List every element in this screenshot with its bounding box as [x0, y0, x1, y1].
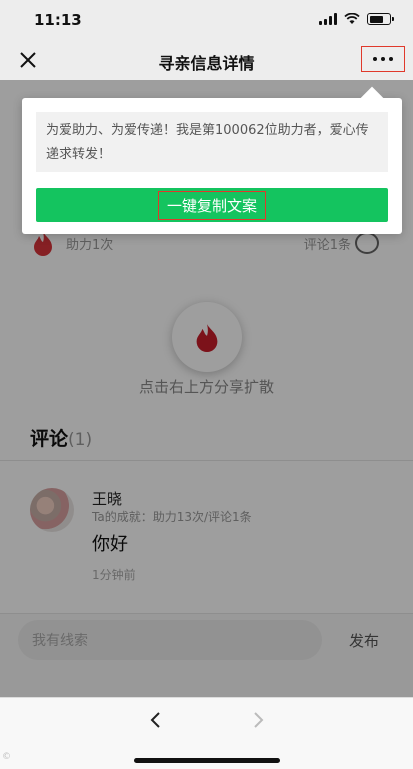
- nav-bar: 寻亲信息详情: [0, 40, 413, 80]
- browser-bottom-bar: ©: [0, 697, 413, 769]
- page-title: 寻亲信息详情: [158, 54, 255, 73]
- status-bar: 11:13: [0, 0, 413, 40]
- home-indicator: [134, 758, 280, 763]
- wifi-icon: [344, 13, 360, 24]
- copy-text-button[interactable]: 一键复制文案: [36, 188, 388, 222]
- more-icon: [373, 57, 377, 61]
- more-button[interactable]: [361, 46, 405, 72]
- watermark: ©: [2, 752, 11, 762]
- status-icons: [319, 13, 394, 25]
- signal-icon: [319, 13, 337, 25]
- copy-text-label: 一键复制文案: [157, 190, 266, 220]
- forward-arrow-icon[interactable]: [248, 708, 268, 732]
- share-message: 为爱助力、为爱传递！我是第100062位助力者，爱心传递求转发！: [36, 112, 388, 172]
- share-popup: 为爱助力、为爱传递！我是第100062位助力者，爱心传递求转发！ 一键复制文案: [22, 86, 402, 234]
- battery-icon: [367, 13, 394, 25]
- status-time: 11:13: [34, 11, 82, 29]
- back-arrow-icon[interactable]: [146, 708, 166, 732]
